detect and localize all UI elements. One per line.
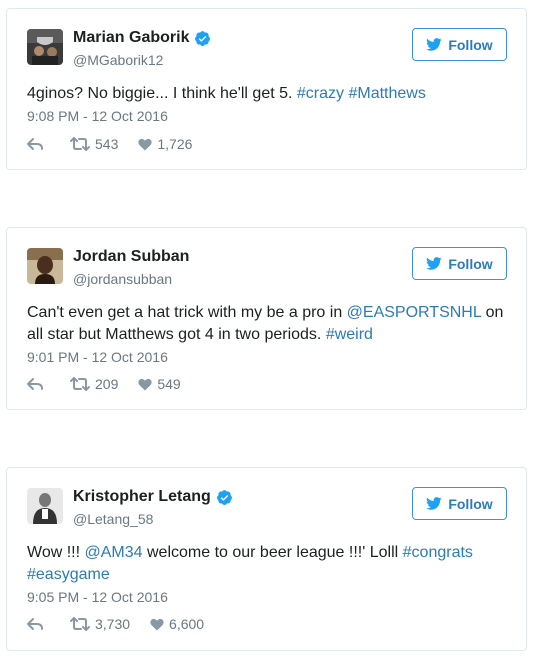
retweet-icon <box>70 377 90 391</box>
retweet-icon <box>70 617 90 631</box>
tweet-timestamp[interactable]: 9:05 PM - 12 Oct 2016 <box>27 589 168 605</box>
mention-link[interactable]: @AM34 <box>85 544 143 561</box>
like-count: 6,600 <box>169 616 205 632</box>
twitter-bird-icon <box>426 497 442 510</box>
tweet-card: Jordan Subban @jordansubban Follow Can't… <box>6 227 527 410</box>
hashtag-link[interactable]: #crazy <box>297 85 344 102</box>
user-handle[interactable]: @MGaborik12 <box>73 52 163 68</box>
user-name-text[interactable]: Kristopher Letang <box>73 488 211 506</box>
user-handle[interactable]: @jordansubban <box>73 271 172 287</box>
tweet-text: Wow !!! @AM34 welcome to our beer league… <box>27 542 508 586</box>
user-name[interactable]: Marian Gaborik <box>73 29 211 47</box>
user-name[interactable]: Jordan Subban <box>73 248 189 266</box>
avatar[interactable] <box>27 29 63 65</box>
tweet-actions: 543 1,726 <box>27 136 212 152</box>
reply-icon <box>27 617 43 630</box>
like-count: 1,726 <box>157 136 193 152</box>
follow-label: Follow <box>448 36 493 53</box>
heart-icon <box>138 138 152 150</box>
user-name[interactable]: Kristopher Letang <box>73 488 233 506</box>
reply-button[interactable] <box>27 617 48 631</box>
hashtag-link[interactable]: #weird <box>326 326 373 343</box>
tweet-text: 4ginos? No biggie... I think he'll get 5… <box>27 83 508 105</box>
reply-icon <box>27 137 43 150</box>
like-count: 549 <box>157 376 181 392</box>
tweet-timestamp[interactable]: 9:01 PM - 12 Oct 2016 <box>27 349 168 365</box>
like-button[interactable]: 1,726 <box>138 136 192 152</box>
tweet-timestamp[interactable]: 9:08 PM - 12 Oct 2016 <box>27 108 168 124</box>
tweet-actions: 209 549 <box>27 376 201 392</box>
follow-label: Follow <box>448 255 493 272</box>
retweet-count: 3,730 <box>95 616 131 632</box>
like-button[interactable]: 549 <box>138 376 181 392</box>
tweet-card: Marian Gaborik @MGaborik12 Follow 4ginos… <box>6 8 527 170</box>
avatar[interactable] <box>27 248 63 284</box>
twitter-bird-icon <box>426 257 442 270</box>
verified-badge-icon <box>194 30 211 47</box>
hashtag-link[interactable]: #Matthews <box>348 85 425 102</box>
verified-badge-icon <box>216 489 233 506</box>
follow-button[interactable]: Follow <box>412 247 507 280</box>
tweet-text-plain: Can't even get a hat trick with my be a … <box>27 304 347 321</box>
follow-button[interactable]: Follow <box>412 487 507 520</box>
reply-icon <box>27 377 43 390</box>
retweet-button[interactable]: 209 <box>70 376 118 392</box>
retweet-button[interactable]: 543 <box>70 136 118 152</box>
user-handle[interactable]: @Letang_58 <box>73 511 153 527</box>
hashtag-link[interactable]: #easygame <box>27 566 110 583</box>
heart-icon <box>150 618 164 630</box>
tweet-card: Kristopher Letang @Letang_58 Follow Wow … <box>6 467 527 651</box>
avatar[interactable] <box>27 488 63 524</box>
twitter-bird-icon <box>426 38 442 51</box>
tweet-text: Can't even get a hat trick with my be a … <box>27 302 508 346</box>
like-button[interactable]: 6,600 <box>150 616 204 632</box>
mention-link[interactable]: @EASPORTSNHL <box>347 304 482 321</box>
retweet-count: 543 <box>95 136 119 152</box>
retweet-icon <box>70 137 90 151</box>
heart-icon <box>138 378 152 390</box>
tweet-text-plain: welcome to our beer league !!!' Lolll <box>142 544 403 561</box>
follow-label: Follow <box>448 495 493 512</box>
follow-button[interactable]: Follow <box>412 28 507 61</box>
tweet-text-plain: Wow !!! <box>27 544 85 561</box>
tweet-text-plain: 4ginos? No biggie... I think he'll get 5… <box>27 85 297 102</box>
retweet-button[interactable]: 3,730 <box>70 616 130 632</box>
hashtag-link[interactable]: #congrats <box>403 544 473 561</box>
tweet-actions: 3,730 6,600 <box>27 616 224 632</box>
reply-button[interactable] <box>27 137 48 151</box>
retweet-count: 209 <box>95 376 119 392</box>
user-name-text[interactable]: Marian Gaborik <box>73 29 189 47</box>
reply-button[interactable] <box>27 377 48 391</box>
user-name-text[interactable]: Jordan Subban <box>73 248 189 266</box>
